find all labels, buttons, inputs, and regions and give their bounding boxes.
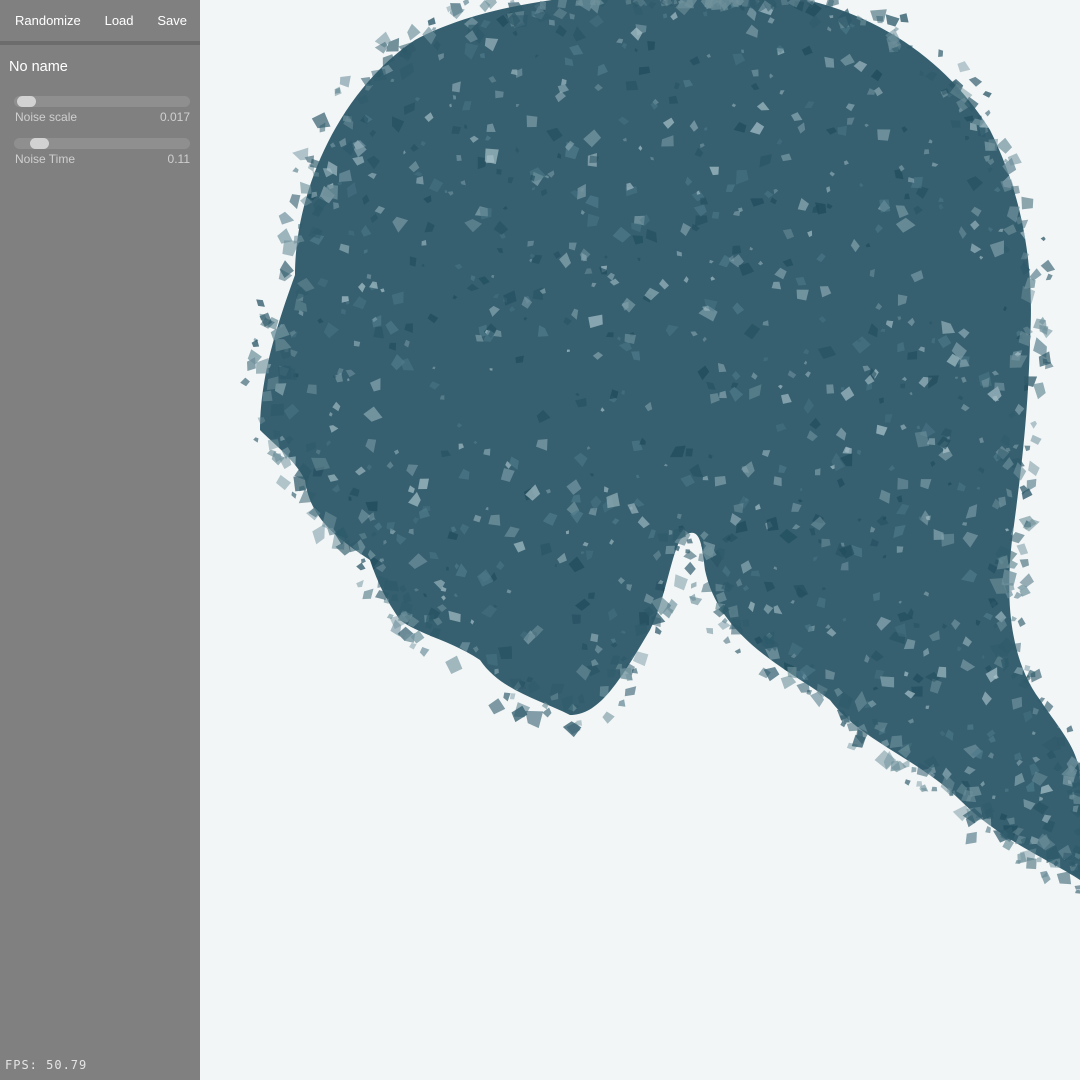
noise-scale-control: Noise scale 0.017 <box>14 91 190 133</box>
noise-time-slider-thumb[interactable] <box>30 138 49 149</box>
app-window: Randomize Load Save No name Noise scale … <box>0 0 1080 1080</box>
particle-mass <box>260 0 1080 880</box>
noise-time-value: 0.11 <box>167 152 190 166</box>
noise-scale-value: 0.017 <box>159 110 190 124</box>
load-button[interactable]: Load <box>105 13 134 28</box>
noise-scale-label: Noise scale <box>15 110 78 124</box>
fps-counter: FPS: 50.79 <box>5 1058 88 1072</box>
noise-scale-slider-thumb[interactable] <box>17 96 36 107</box>
toolbar: Randomize Load Save <box>0 0 200 45</box>
randomize-button[interactable]: Randomize <box>15 13 81 28</box>
control-panel: Randomize Load Save No name Noise scale … <box>0 0 200 1080</box>
noise-time-control: Noise Time 0.11 <box>14 133 190 175</box>
particle-artwork <box>240 0 1080 894</box>
noise-scale-slider-track[interactable] <box>14 96 190 107</box>
noise-time-label: Noise Time <box>15 152 76 166</box>
save-button[interactable]: Save <box>157 13 187 28</box>
render-canvas[interactable] <box>200 0 1080 1080</box>
preset-name: No name <box>9 59 68 75</box>
